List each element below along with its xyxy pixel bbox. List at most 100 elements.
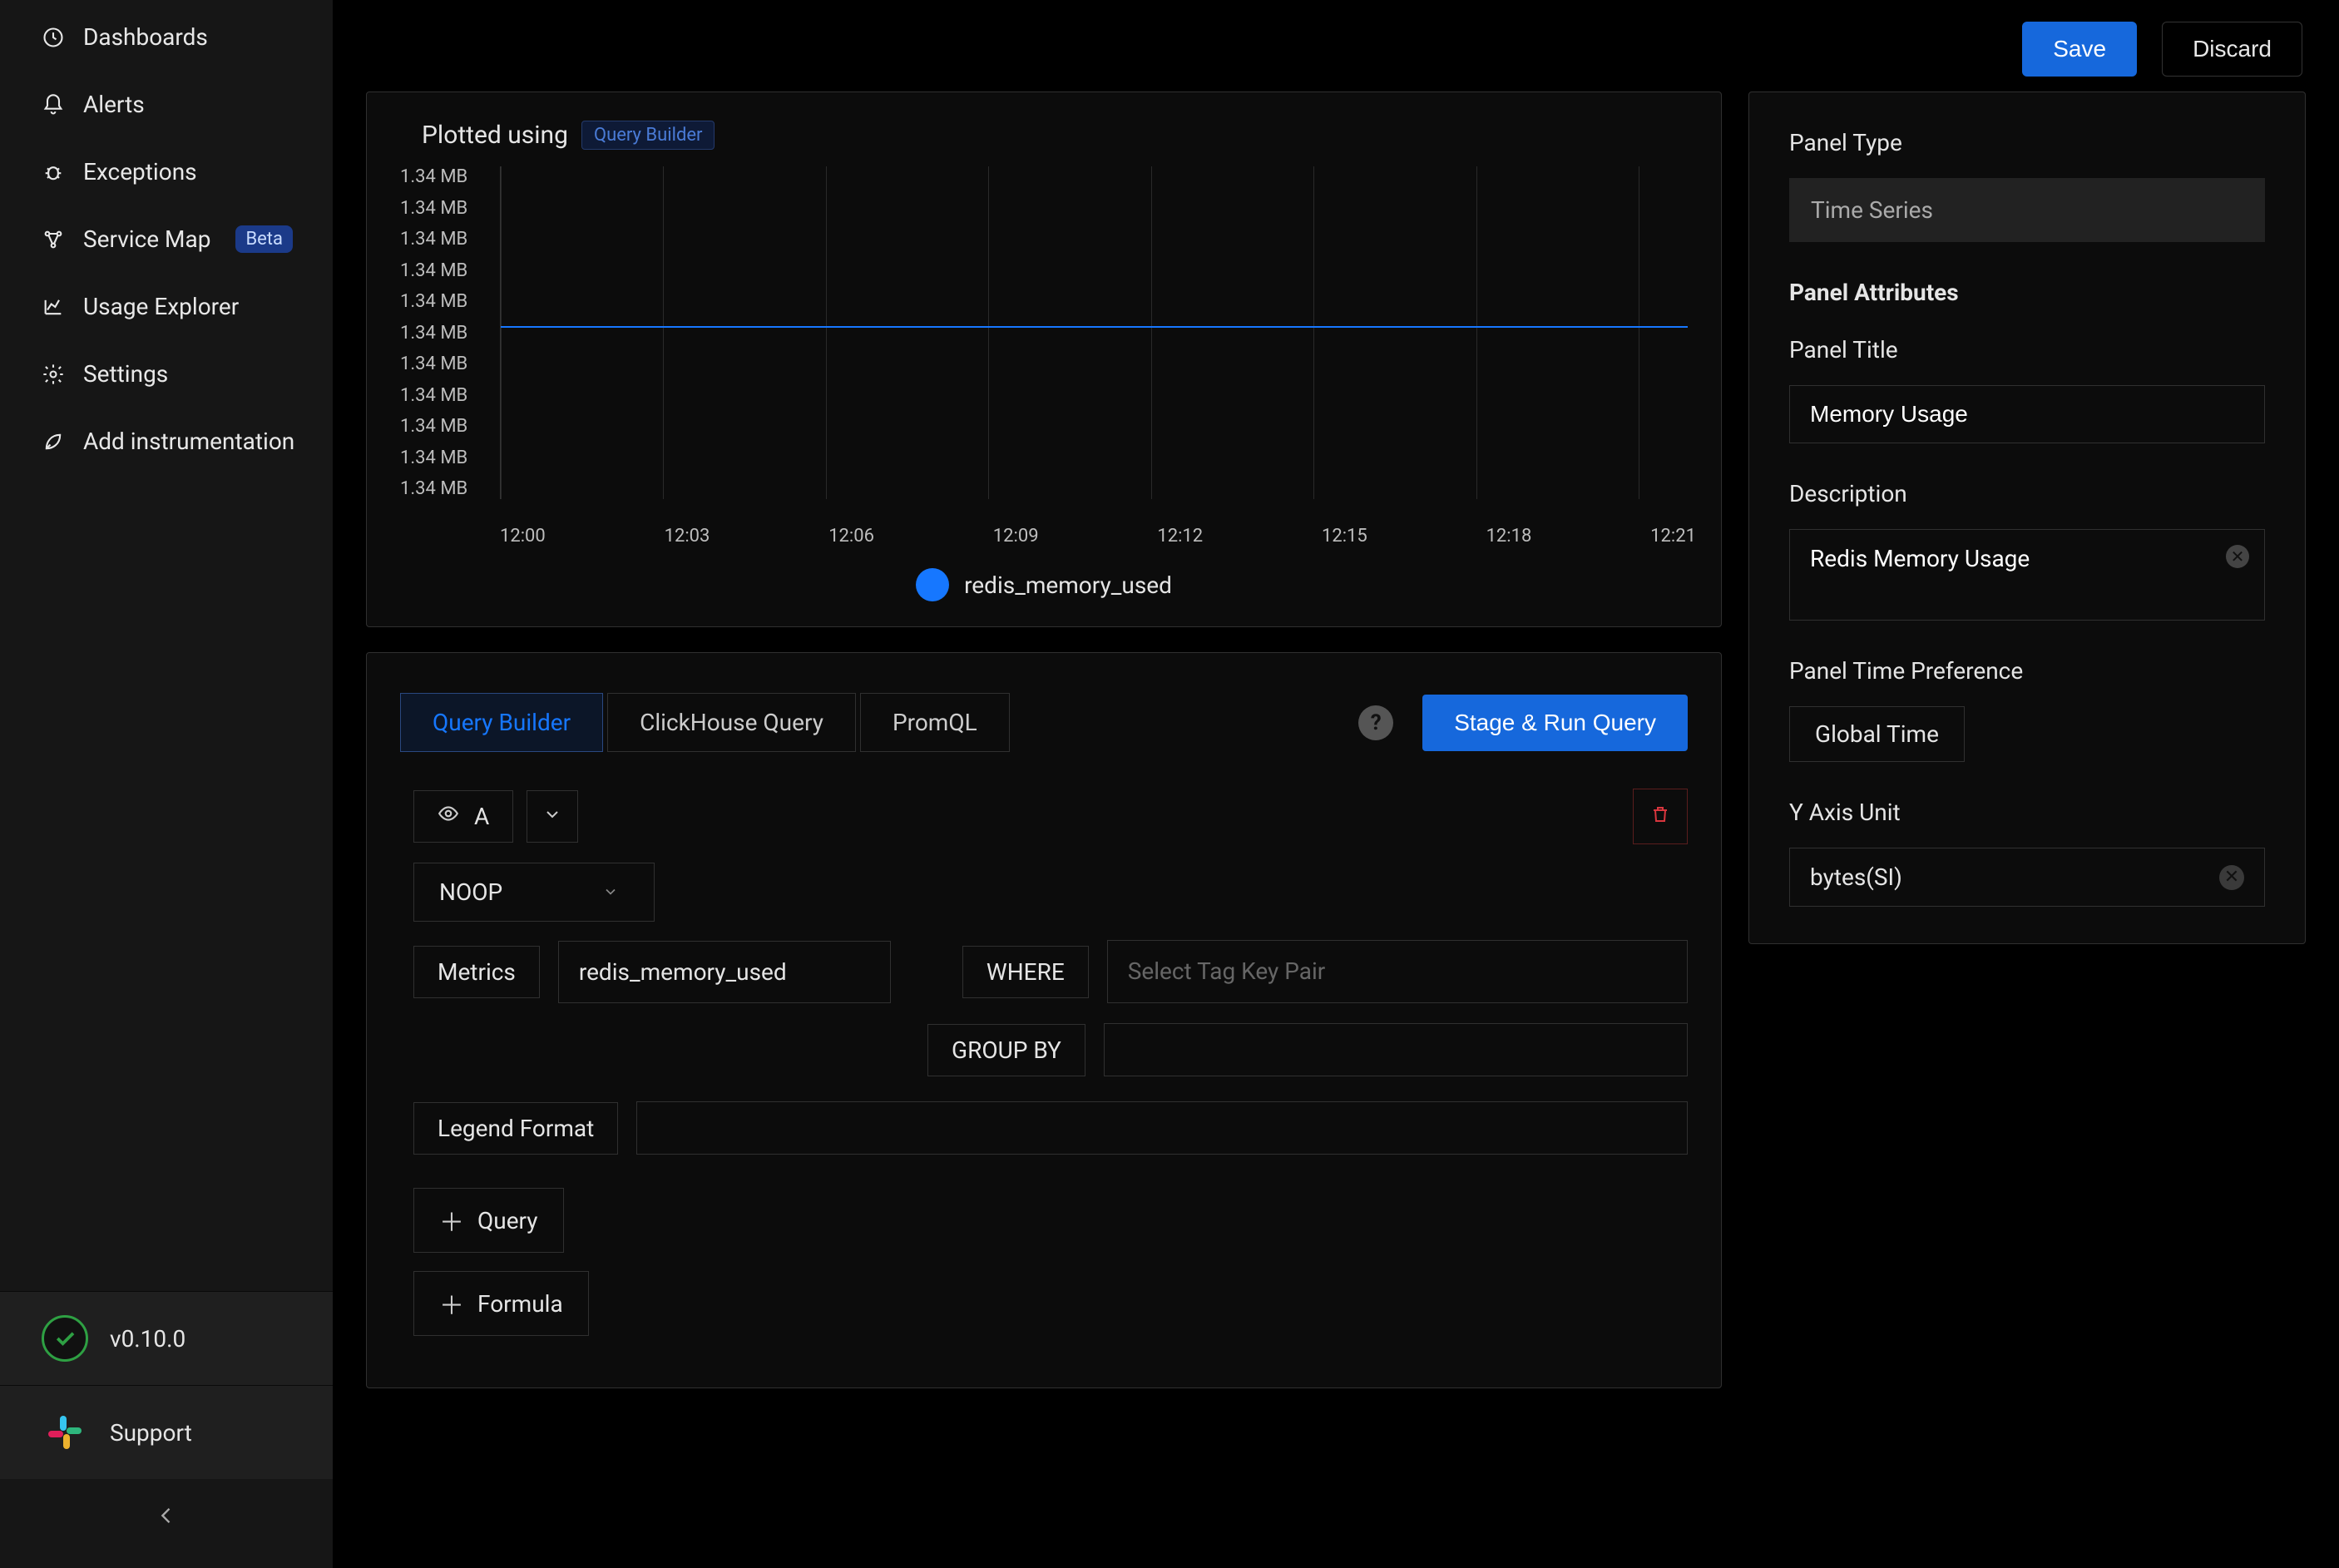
add-formula-label: Formula (477, 1290, 563, 1318)
sidebar-item-alerts[interactable]: Alerts (0, 71, 333, 138)
x-tick: 12:18 (1486, 526, 1532, 547)
description-input[interactable]: Redis Memory Usage ✕ (1789, 529, 2265, 621)
add-query-label: Query (477, 1207, 538, 1234)
query-visibility-toggle[interactable]: A (413, 790, 513, 843)
legend-color-icon (916, 568, 949, 601)
beta-badge: Beta (235, 225, 293, 253)
panel-attributes-label: Panel Attributes (1789, 279, 2265, 306)
aggregation-select[interactable]: NOOP (413, 863, 655, 922)
query-builder-panel: Query Builder ClickHouse Query PromQL ? … (366, 652, 1722, 1388)
tab-query-builder[interactable]: Query Builder (400, 693, 603, 752)
y-axis-unit-select[interactable]: bytes(SI) ✕ (1789, 848, 2265, 907)
panel-type-value: Time Series (1789, 178, 2265, 242)
sidebar: Dashboards Alerts Exceptions Service Map… (0, 0, 333, 1568)
x-axis-ticks: 12:00 12:03 12:06 12:09 12:12 12:15 12:1… (392, 516, 1696, 547)
tab-promql[interactable]: PromQL (860, 693, 1010, 752)
sidebar-item-service-map[interactable]: Service Map Beta (0, 205, 333, 273)
x-tick: 12:15 (1322, 526, 1367, 547)
y-tick: 1.34 MB (400, 385, 467, 406)
chart-panel: Plotted using Query Builder 1.34 MB 1.34… (366, 92, 1722, 627)
x-tick: 12:09 (993, 526, 1039, 547)
y-tick: 1.34 MB (400, 166, 467, 187)
delete-query-button[interactable] (1633, 789, 1688, 844)
sidebar-item-label: Settings (83, 360, 168, 388)
version-label: v0.10.0 (110, 1325, 185, 1353)
panel-time-pref-select[interactable]: Global Time (1789, 706, 1965, 762)
y-tick: 1.34 MB (400, 198, 467, 219)
check-circle-icon (42, 1315, 88, 1362)
sidebar-item-usage-explorer[interactable]: Usage Explorer (0, 273, 333, 340)
rocket-icon (42, 430, 65, 453)
add-formula-button[interactable]: ＋ Formula (413, 1271, 589, 1336)
x-tick: 12:03 (665, 526, 710, 547)
main-content: Save Discard Plotted using Query Builder… (333, 0, 2339, 1568)
plus-icon: ＋ (439, 1202, 464, 1239)
discard-button[interactable]: Discard (2162, 22, 2302, 77)
y-axis-ticks: 1.34 MB 1.34 MB 1.34 MB 1.34 MB 1.34 MB … (400, 166, 467, 499)
legend-format-label: Legend Format (413, 1102, 618, 1155)
panel-time-pref-value: Global Time (1815, 720, 1939, 748)
panel-title-label: Panel Title (1789, 336, 2265, 364)
query-source-chip: Query Builder (581, 121, 715, 150)
plot-area (500, 166, 1688, 499)
panel-title-input[interactable] (1789, 385, 2265, 443)
y-tick: 1.34 MB (400, 323, 467, 344)
sidebar-item-label: Service Map (83, 225, 210, 253)
y-tick: 1.34 MB (400, 354, 467, 374)
y-tick: 1.34 MB (400, 291, 467, 312)
sidebar-item-label: Alerts (83, 91, 145, 118)
x-tick: 12:00 (500, 526, 546, 547)
eye-icon (438, 803, 459, 830)
support-label: Support (110, 1419, 192, 1447)
sidebar-item-exceptions[interactable]: Exceptions (0, 138, 333, 205)
version-item[interactable]: v0.10.0 (0, 1291, 333, 1385)
help-icon[interactable]: ? (1358, 705, 1393, 740)
chevron-left-icon (155, 1504, 178, 1533)
clear-description-icon[interactable]: ✕ (2226, 545, 2249, 568)
slack-icon (42, 1409, 88, 1456)
metric-input[interactable]: redis_memory_used (558, 941, 891, 1003)
sidebar-item-label: Dashboards (83, 23, 208, 51)
description-value: Redis Memory Usage (1810, 545, 2030, 572)
where-label: WHERE (962, 946, 1089, 998)
tab-clickhouse[interactable]: ClickHouse Query (607, 693, 856, 752)
save-button[interactable]: Save (2022, 22, 2137, 77)
collapse-sidebar[interactable] (0, 1479, 333, 1568)
dashboard-icon (42, 26, 65, 49)
group-by-label: GROUP BY (927, 1024, 1085, 1076)
y-tick: 1.34 MB (400, 478, 467, 499)
bell-icon (42, 93, 65, 116)
y-tick: 1.34 MB (400, 229, 467, 250)
add-query-button[interactable]: ＋ Query (413, 1188, 564, 1253)
panel-time-pref-label: Panel Time Preference (1789, 657, 2265, 685)
chart-legend: redis_memory_used (392, 547, 1696, 601)
y-tick: 1.34 MB (400, 448, 467, 468)
sidebar-item-label: Usage Explorer (83, 293, 239, 320)
query-collapse-toggle[interactable] (527, 790, 578, 843)
x-tick: 12:21 (1650, 526, 1696, 547)
sidebar-item-settings[interactable]: Settings (0, 340, 333, 408)
chevron-down-icon (542, 803, 562, 830)
support-item[interactable]: Support (0, 1385, 333, 1479)
series-line (501, 326, 1688, 328)
y-axis-unit-label: Y Axis Unit (1789, 799, 2265, 826)
topbar: Save Discard (333, 0, 2339, 92)
sidebar-item-label: Add instrumentation (83, 428, 294, 455)
group-by-input[interactable] (1104, 1023, 1688, 1076)
clear-y-unit-icon[interactable]: ✕ (2219, 865, 2244, 890)
map-icon (42, 228, 65, 251)
query-letter: A (474, 803, 489, 830)
sidebar-item-add-instrumentation[interactable]: Add instrumentation (0, 408, 333, 475)
gear-icon (42, 363, 65, 386)
plus-icon: ＋ (439, 1285, 464, 1322)
aggregation-value: NOOP (439, 878, 502, 906)
y-axis-unit-value: bytes(SI) (1810, 863, 1902, 891)
y-tick: 1.34 MB (400, 260, 467, 281)
sidebar-item-dashboards[interactable]: Dashboards (0, 3, 333, 71)
stage-run-button[interactable]: Stage & Run Query (1422, 695, 1688, 751)
legend-format-input[interactable] (636, 1101, 1688, 1155)
where-input[interactable]: Select Tag Key Pair (1107, 940, 1688, 1003)
bug-icon (42, 161, 65, 184)
panel-settings: Panel Type Time Series Panel Attributes … (1748, 92, 2306, 944)
chart-line-icon (42, 295, 65, 319)
